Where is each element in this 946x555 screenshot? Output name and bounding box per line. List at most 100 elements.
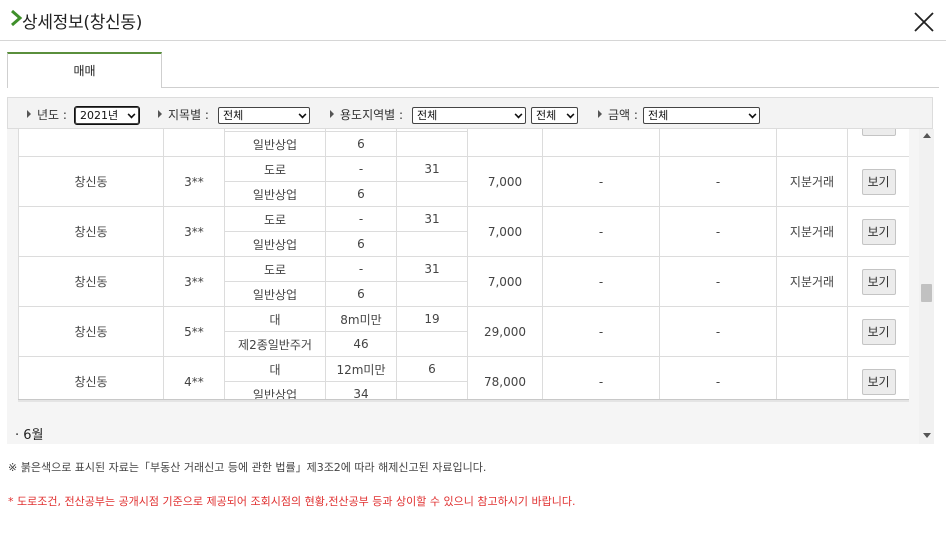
scrollbar-thumb[interactable]	[921, 284, 932, 302]
month-heading: · 6월	[15, 428, 44, 443]
value-cell: -	[659, 206, 777, 257]
count-cell: 31	[396, 156, 468, 182]
year-select[interactable]: 2021년	[74, 106, 140, 125]
dong-cell: 창신동	[18, 256, 164, 307]
results-scroll-area[interactable]: 일반상업 6 창신동 3** 도로 -31 7,000- - 지분거래 보기 일반상업 6 창신동 3…	[7, 129, 934, 444]
view-button[interactable]	[861, 129, 896, 136]
view-button[interactable]: 보기	[861, 368, 896, 395]
bullet-triangle-icon	[158, 110, 162, 118]
action-cell: 보기	[847, 156, 909, 207]
area-cell: 46	[325, 331, 397, 357]
filter-bar: 년도 : 2021년 지목별 : 전체 용도지역별 : 전체 전체 금액 : 전…	[7, 97, 933, 129]
view-button[interactable]: 보기	[861, 318, 896, 345]
value-cell: -	[542, 356, 660, 402]
close-icon[interactable]	[912, 10, 936, 34]
trade-type-cell	[776, 356, 848, 402]
chevron-down-icon	[566, 110, 575, 119]
dong-cell: 창신동	[18, 206, 164, 257]
action-cell: 보기	[847, 256, 909, 307]
category-cell: 대	[224, 306, 326, 332]
tab-strip: 매매	[7, 52, 939, 88]
table-row: 창신동 5** 대 8m미만 19 29,000- - 보기	[18, 306, 909, 357]
action-cell: 보기	[847, 306, 909, 357]
bullet-triangle-icon	[27, 110, 31, 118]
lot-cell: 4**	[163, 356, 225, 402]
view-button[interactable]: 보기	[861, 268, 896, 295]
scroll-down-arrow-icon[interactable]	[923, 433, 931, 438]
zone-sub-select[interactable]: 전체	[531, 107, 578, 124]
category-cell: 대	[224, 356, 326, 382]
chevron-down-icon	[748, 110, 757, 119]
title-bar: 상세정보(창신동)	[0, 0, 946, 41]
lot-cell: 3**	[163, 156, 225, 207]
area-cell: 6	[325, 281, 397, 307]
dong-cell: 창신동	[18, 306, 164, 357]
area-cell: 6	[325, 131, 397, 157]
value-cell: -	[659, 306, 777, 357]
trade-type-cell	[776, 306, 848, 357]
price-select[interactable]: 전체	[643, 107, 760, 124]
road-cell: 12m미만	[325, 356, 397, 382]
land-select[interactable]: 전체	[218, 107, 310, 124]
road-cell: -	[325, 206, 397, 232]
land-filter-label: 지목별 :	[158, 106, 209, 123]
count-cell: 31	[396, 256, 468, 282]
window-title: 상세정보(창신동)	[22, 13, 143, 33]
value-cell: -	[542, 256, 660, 307]
zone-cell: 일반상업	[224, 181, 326, 207]
warning-note: * 도로조건, 전산공부는 공개시점 기준으로 제공되어 조회시점의 현황,전산…	[8, 495, 576, 508]
trade-type-cell: 지분거래	[776, 156, 848, 207]
view-button[interactable]: 보기	[861, 168, 896, 195]
area-cell: 6	[325, 231, 397, 257]
lot-cell: 5**	[163, 306, 225, 357]
action-cell: 보기	[847, 206, 909, 257]
road-cell: -	[325, 256, 397, 282]
price-cell: 7,000	[467, 156, 543, 207]
year-filter-label: 년도 :	[27, 106, 67, 123]
results-table-viewport: 일반상업 6 창신동 3** 도로 -31 7,000- - 지분거래 보기 일반상업 6 창신동 3…	[18, 129, 909, 402]
value-cell: -	[542, 156, 660, 207]
view-button[interactable]: 보기	[861, 218, 896, 245]
scroll-up-arrow-icon[interactable]	[923, 133, 931, 138]
price-filter-label: 금액 :	[598, 106, 638, 123]
price-cell: 7,000	[467, 206, 543, 257]
bullet-triangle-icon	[598, 110, 602, 118]
table-row: 창신동 3** 도로 -31 7,000- - 지분거래 보기	[18, 156, 909, 207]
category-cell: 도로	[224, 206, 326, 232]
table-body: 창신동 3** 도로 -31 7,000- - 지분거래 보기 일반상업 6 창신동 3** 도로 -31…	[18, 156, 909, 402]
lot-cell: 3**	[163, 206, 225, 257]
bullet-triangle-icon	[330, 110, 334, 118]
lot-cell: 3**	[163, 256, 225, 307]
zone-cell: 일반상업	[224, 131, 326, 157]
zone-filter-label: 용도지역별 :	[330, 106, 403, 123]
zone-cell: 일반상업	[224, 281, 326, 307]
vertical-scrollbar[interactable]	[919, 129, 934, 444]
value-cell: -	[659, 256, 777, 307]
count-cell: 31	[396, 206, 468, 232]
results-table: 일반상업 6 창신동 3** 도로 -31 7,000- - 지분거래 보기 일반상업 6 창신동 3…	[18, 129, 909, 402]
value-cell: -	[659, 156, 777, 207]
price-cell: 7,000	[467, 256, 543, 307]
table-row: 창신동 3** 도로 -31 7,000- - 지분거래 보기	[18, 256, 909, 307]
road-cell: 8m미만	[325, 306, 397, 332]
table-bottom-border	[18, 399, 909, 402]
zone-cell: 제2종일반주거	[224, 331, 326, 357]
table-row: 창신동 4** 대 12m미만 6 78,000- - 보기	[18, 356, 909, 402]
chevron-down-icon	[514, 110, 523, 119]
price-cell: 78,000	[467, 356, 543, 402]
count-cell: 19	[396, 306, 468, 332]
dong-cell: 창신동	[18, 356, 164, 402]
road-cell: -	[325, 156, 397, 182]
dong-cell: 창신동	[18, 156, 164, 207]
zone-select[interactable]: 전체	[412, 107, 526, 124]
table-row: 창신동 3** 도로 -31 7,000- - 지분거래 보기	[18, 206, 909, 257]
chevron-down-icon	[127, 110, 136, 119]
trade-type-cell: 지분거래	[776, 256, 848, 307]
value-cell: -	[659, 356, 777, 402]
count-cell: 6	[396, 356, 468, 382]
area-cell: 6	[325, 181, 397, 207]
tab-sale[interactable]: 매매	[7, 52, 162, 88]
zone-cell: 일반상업	[224, 231, 326, 257]
chevron-down-icon	[298, 110, 307, 119]
trade-type-cell: 지분거래	[776, 206, 848, 257]
